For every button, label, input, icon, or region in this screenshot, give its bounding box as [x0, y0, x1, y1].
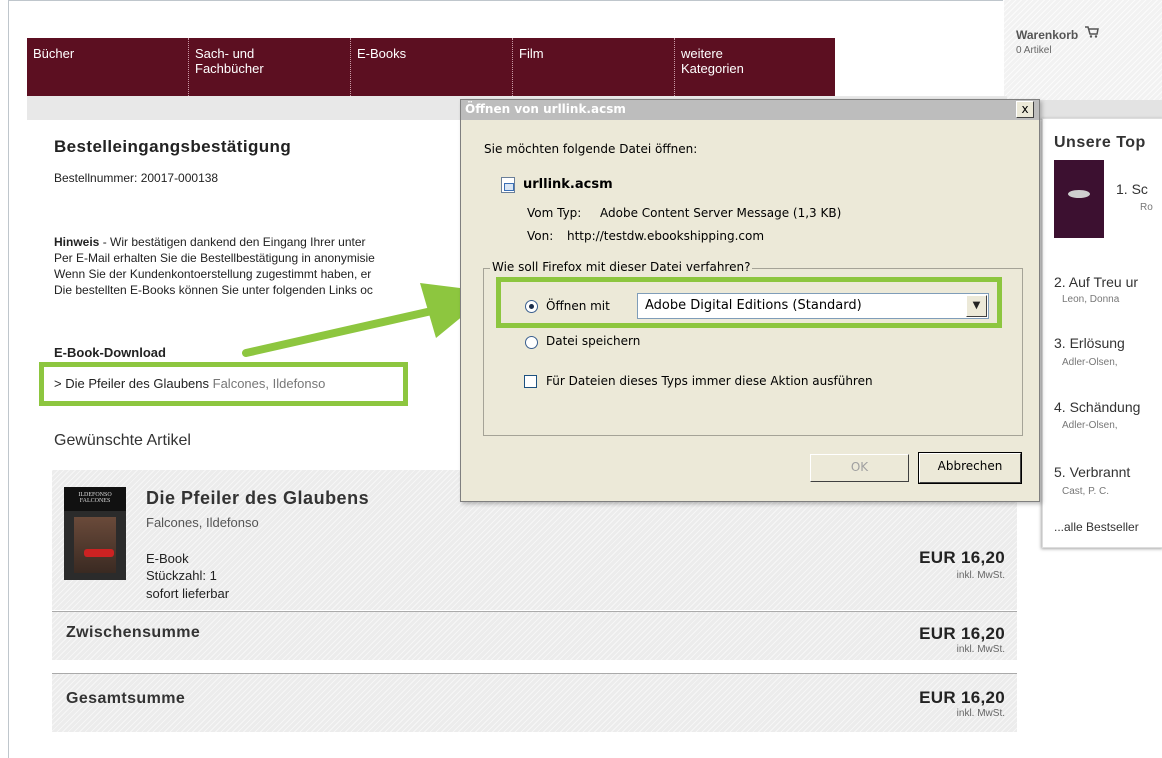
dialog-filename: urllink.acsm: [523, 177, 613, 192]
page-left-border: [8, 0, 9, 758]
note-line-1: - Wir bestätigen dankend den Eingang Ihr…: [99, 235, 366, 249]
total-vat-note: inkl. MwSt.: [956, 708, 1005, 719]
subtotal-price: EUR 16,20: [919, 624, 1005, 643]
nav-item-film[interactable]: Film: [513, 38, 675, 96]
total-price: EUR 16,20: [919, 688, 1005, 707]
cart-icon[interactable]: [1085, 26, 1099, 38]
cart-count: 0 Artikel: [1016, 45, 1052, 56]
download-link-title[interactable]: > Die Pfeiler des Glaubens: [54, 376, 209, 391]
wanted-items-heading: Gewünschte Artikel: [54, 432, 191, 449]
topseller-item-5-author: Cast, P. C.: [1062, 486, 1110, 497]
application-select-value[interactable]: Adobe Digital Editions (Standard): [645, 298, 862, 313]
nav-item-buecher[interactable]: Bücher: [27, 38, 189, 96]
nav-item-ebooks[interactable]: E-Books: [351, 38, 513, 96]
topseller-item-2-author: Leon, Donna: [1062, 294, 1120, 305]
ebook-download-link[interactable]: > Die Pfeiler des Glaubens Falcones, Ild…: [54, 376, 325, 391]
topseller-item-5[interactable]: 5. Verbrannt: [1054, 464, 1130, 480]
subtotal-label: Zwischensumme: [66, 624, 201, 641]
topseller-item-1-author: Ro: [1140, 202, 1153, 213]
dialog-prompt: Sie möchten folgende Datei öffnen:: [484, 142, 698, 156]
total-row: [52, 674, 1017, 732]
nav-item-weitere[interactable]: weitere Kategorien: [675, 38, 833, 96]
dialog-title: Öffnen von urllink.acsm: [465, 102, 626, 116]
chevron-down-icon[interactable]: ▼: [966, 295, 987, 317]
cancel-button[interactable]: Abbrechen: [918, 452, 1022, 484]
topseller-item-4[interactable]: 4. Schändung: [1054, 399, 1140, 415]
ok-button[interactable]: OK: [810, 454, 909, 482]
article-availability: sofort lieferbar: [146, 586, 230, 601]
file-source-label: Von:: [527, 229, 554, 243]
article-type: E-Book: [146, 551, 189, 566]
file-type-label: Vom Typ:: [527, 206, 582, 220]
topseller-title: Unsere Top: [1054, 134, 1146, 151]
topseller-item-4-author: Adler-Olsen,: [1062, 420, 1118, 431]
open-with-radio[interactable]: [525, 300, 538, 313]
file-source-value: http://testdw.ebookshipping.com: [567, 229, 765, 243]
file-type-value: Adobe Content Server Message (1,3 KB): [600, 206, 842, 220]
topseller-item-3[interactable]: 3. Erlösung: [1054, 335, 1125, 351]
close-icon[interactable]: x: [1016, 101, 1034, 118]
topseller-cover-image[interactable]: [1054, 160, 1104, 238]
cover-author-text: ILDEFONSO FALCONES: [64, 487, 126, 511]
open-with-label[interactable]: Öffnen mit: [546, 299, 610, 313]
article-author: Falcones, Ildefonso: [146, 515, 259, 530]
topseller-item-1[interactable]: 1. Sc: [1116, 181, 1148, 197]
action-group-label: Wie soll Firefox mit dieser Datei verfah…: [490, 260, 753, 274]
save-file-radio[interactable]: [525, 336, 538, 349]
main-navigation: Bücher Sach- und Fachbücher E-Books Film…: [27, 38, 835, 96]
ebook-download-heading: E-Book-Download: [54, 345, 166, 360]
cart-title[interactable]: Warenkorb: [1016, 28, 1078, 42]
page-top-border: [8, 0, 1003, 1]
download-link-author: Falcones, Ildefonso: [212, 376, 326, 391]
save-file-label[interactable]: Datei speichern: [546, 334, 640, 348]
subtotal-vat-note: inkl. MwSt.: [956, 644, 1005, 655]
note-label: Hinweis: [54, 235, 100, 249]
article-vat-note: inkl. MwSt.: [956, 570, 1005, 581]
file-icon: [501, 177, 515, 193]
total-label: Gesamtsumme: [66, 690, 186, 707]
nav-item-sachbuecher[interactable]: Sach- und Fachbücher: [189, 38, 351, 96]
all-bestsellers-link[interactable]: ...alle Bestseller: [1054, 520, 1139, 534]
book-cover-image[interactable]: ILDEFONSO FALCONES: [64, 487, 126, 580]
topseller-item-3-author: Adler-Olsen,: [1062, 357, 1118, 368]
always-do-checkbox[interactable]: [524, 375, 537, 388]
article-title[interactable]: Die Pfeiler des Glaubens: [146, 488, 369, 509]
article-quantity: Stückzahl: 1: [146, 568, 217, 583]
page-title: Bestelleingangsbestätigung: [54, 137, 292, 156]
always-do-label[interactable]: Für Dateien dieses Typs immer diese Akti…: [546, 374, 873, 388]
topseller-item-2[interactable]: 2. Auf Treu ur: [1054, 274, 1138, 290]
article-price: EUR 16,20: [919, 548, 1005, 567]
order-number: Bestellnummer: 20017-000138: [54, 171, 219, 185]
